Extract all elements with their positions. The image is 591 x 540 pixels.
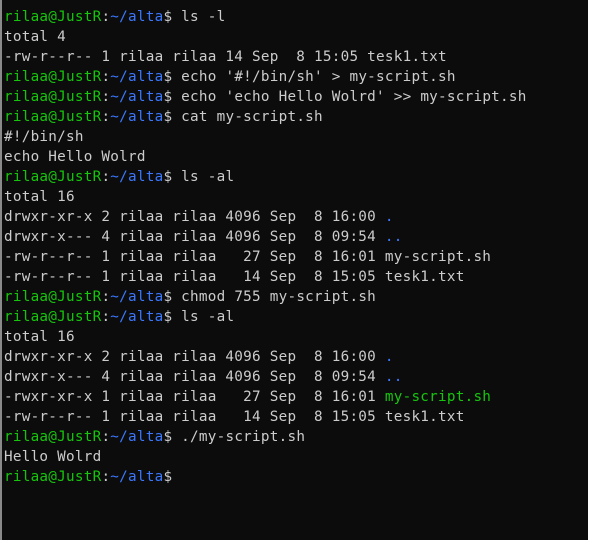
output-line: total 16: [4, 187, 588, 207]
prompt-symbol: $: [163, 289, 173, 305]
prompt-symbol: $: [163, 469, 173, 485]
output-text: echo Hello Wolrd: [4, 149, 146, 165]
output-line: drwxr-x--- 4 rilaa rilaa 4096 Sep 8 09:5…: [4, 227, 588, 247]
output-line: Hello Wolrd: [4, 447, 588, 467]
output-line: -rw-r--r-- 1 rilaa rilaa 27 Sep 8 16:01 …: [4, 247, 588, 267]
output-text: drwxr-xr-x 2 rilaa rilaa 4096 Sep 8 16:0…: [4, 349, 385, 365]
output-text: #!/bin/sh: [4, 129, 84, 145]
prompt-separator: :: [101, 309, 111, 325]
prompt-user-host: rilaa@JustR: [4, 9, 102, 25]
command-text: chmod 755 my-script.sh: [172, 289, 377, 305]
prompt-path: ~/alta: [110, 469, 164, 485]
output-text: total 16: [4, 329, 75, 345]
prompt-user-host: rilaa@JustR: [4, 89, 102, 105]
terminal-output[interactable]: rilaa@JustR:~/alta$ ls -l total 4 -rw-r--r…: [4, 7, 588, 487]
prompt-path: ~/alta: [110, 429, 164, 445]
prompt-path: ~/alta: [110, 289, 164, 305]
directory-entry: .: [384, 209, 394, 225]
terminal-window[interactable]: rilaa@JustR:~/alta$ ls -l total 4 -rw-r--r…: [0, 0, 588, 540]
prompt-path: ~/alta: [110, 309, 164, 325]
output-line: -rw-r--r-- 1 rilaa rilaa 14 Sep 8 15:05 …: [4, 267, 588, 287]
output-text: total 4: [4, 29, 67, 45]
output-line: drwxr-xr-x 2 rilaa rilaa 4096 Sep 8 16:0…: [4, 347, 588, 367]
prompt-line: rilaa@JustR:~/alta$ echo '#!/bin/sh' > m…: [4, 67, 588, 87]
output-text: -rw-r--r-- 1 rilaa rilaa 14 Sep 8 15:05 …: [4, 269, 465, 285]
prompt-separator: :: [101, 289, 111, 305]
prompt-symbol: $: [163, 9, 173, 25]
output-line: drwxr-xr-x 2 rilaa rilaa 4096 Sep 8 16:0…: [4, 207, 588, 227]
prompt-separator: :: [101, 9, 111, 25]
prompt-line: rilaa@JustR:~/alta$ ls -al: [4, 167, 588, 187]
output-line: total 16: [4, 327, 588, 347]
output-line: -rw-r--r-- 1 rilaa rilaa 14 Sep 8 15:05 …: [4, 47, 588, 67]
prompt-line: rilaa@JustR:~/alta$ ./my-script.sh: [4, 427, 588, 447]
prompt-user-host: rilaa@JustR: [4, 309, 102, 325]
prompt-separator: :: [101, 69, 111, 85]
prompt-separator: :: [101, 469, 111, 485]
prompt-symbol: $: [163, 169, 173, 185]
prompt-symbol: $: [163, 309, 173, 325]
prompt-line: rilaa@JustR:~/alta$: [4, 467, 588, 487]
directory-entry: ..: [384, 229, 403, 245]
prompt-symbol: $: [163, 69, 173, 85]
prompt-path: ~/alta: [110, 69, 164, 85]
output-text: -rw-r--r-- 1 rilaa rilaa 14 Sep 8 15:05 …: [4, 409, 465, 425]
output-text: drwxr-xr-x 2 rilaa rilaa 4096 Sep 8 16:0…: [4, 209, 385, 225]
prompt-symbol: $: [163, 429, 173, 445]
executable-entry: my-script.sh: [384, 389, 492, 405]
command-text: ls -l: [172, 9, 226, 25]
output-text: -rwxr-xr-x 1 rilaa rilaa 27 Sep 8 16:01: [4, 389, 385, 405]
prompt-separator: :: [101, 169, 111, 185]
prompt-line: rilaa@JustR:~/alta$ echo 'echo Hello Wol…: [4, 87, 588, 107]
output-line: total 4: [4, 27, 588, 47]
output-text: drwxr-x--- 4 rilaa rilaa 4096 Sep 8 09:5…: [4, 229, 385, 245]
command-text: ls -al: [172, 309, 235, 325]
output-line: echo Hello Wolrd: [4, 147, 588, 167]
output-text: drwxr-x--- 4 rilaa rilaa 4096 Sep 8 09:5…: [4, 369, 385, 385]
directory-entry: .: [384, 349, 394, 365]
output-text: Hello Wolrd: [4, 449, 102, 465]
command-text: ls -al: [172, 169, 235, 185]
prompt-symbol: $: [163, 109, 173, 125]
prompt-path: ~/alta: [110, 9, 164, 25]
output-text: total 16: [4, 189, 75, 205]
output-text: -rw-r--r-- 1 rilaa rilaa 27 Sep 8 16:01 …: [4, 249, 492, 265]
output-text: -rw-r--r-- 1 rilaa rilaa 14 Sep 8 15:05 …: [4, 49, 447, 65]
command-text: echo 'echo Hello Wolrd' >> my-script.sh: [172, 89, 527, 105]
output-line: -rwxr-xr-x 1 rilaa rilaa 27 Sep 8 16:01 …: [4, 387, 588, 407]
prompt-user-host: rilaa@JustR: [4, 429, 102, 445]
output-line: -rw-r--r-- 1 rilaa rilaa 14 Sep 8 15:05 …: [4, 407, 588, 427]
prompt-user-host: rilaa@JustR: [4, 169, 102, 185]
prompt-separator: :: [101, 89, 111, 105]
output-line: #!/bin/sh: [4, 127, 588, 147]
prompt-path: ~/alta: [110, 109, 164, 125]
prompt-user-host: rilaa@JustR: [4, 109, 102, 125]
text-cursor: [172, 468, 180, 484]
prompt-line: rilaa@JustR:~/alta$ ls -l: [4, 7, 588, 27]
prompt-line: rilaa@JustR:~/alta$ chmod 755 my-script.…: [4, 287, 588, 307]
directory-entry: ..: [384, 369, 403, 385]
prompt-user-host: rilaa@JustR: [4, 289, 102, 305]
prompt-path: ~/alta: [110, 169, 164, 185]
prompt-separator: :: [101, 429, 111, 445]
output-line: drwxr-x--- 4 rilaa rilaa 4096 Sep 8 09:5…: [4, 367, 588, 387]
command-text: cat my-script.sh: [172, 109, 323, 125]
prompt-separator: :: [101, 109, 111, 125]
prompt-line: rilaa@JustR:~/alta$ cat my-script.sh: [4, 107, 588, 127]
prompt-user-host: rilaa@JustR: [4, 69, 102, 85]
prompt-path: ~/alta: [110, 89, 164, 105]
command-text: ./my-script.sh: [172, 429, 306, 445]
prompt-user-host: rilaa@JustR: [4, 469, 102, 485]
command-text: echo '#!/bin/sh' > my-script.sh: [172, 69, 456, 85]
prompt-line: rilaa@JustR:~/alta$ ls -al: [4, 307, 588, 327]
prompt-symbol: $: [163, 89, 173, 105]
